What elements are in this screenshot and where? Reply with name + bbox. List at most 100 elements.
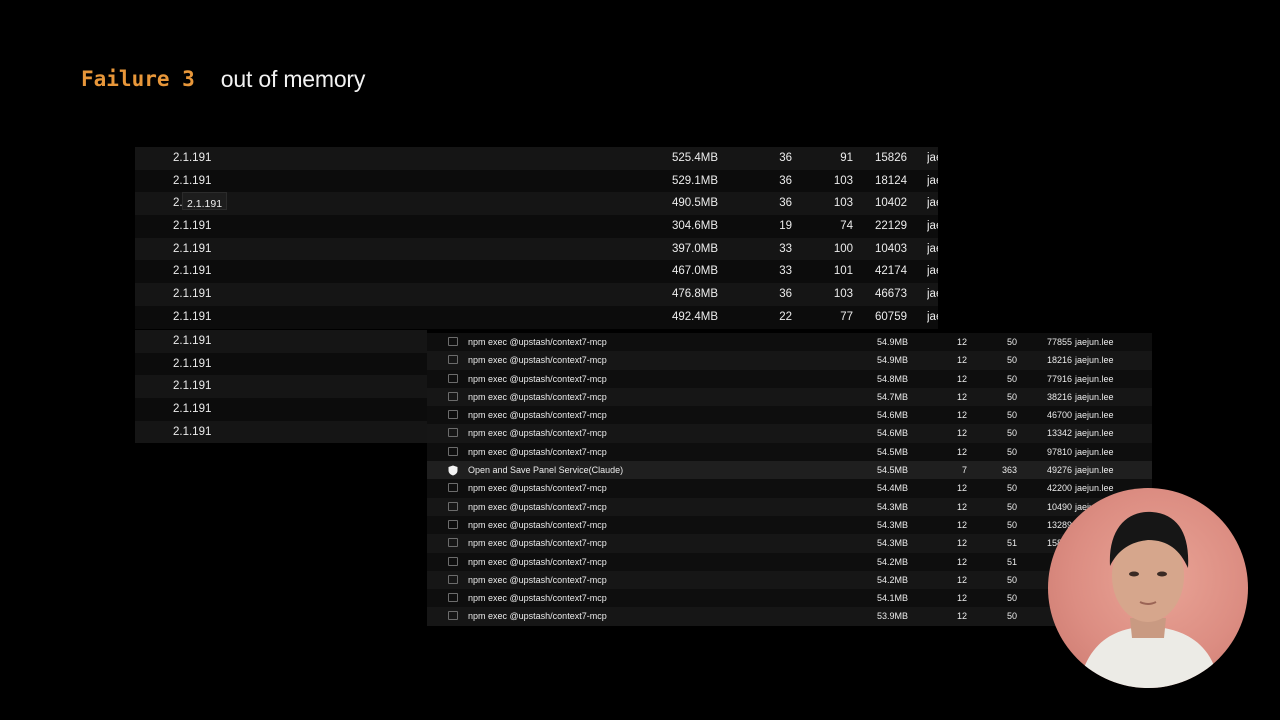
threads-value: 12 xyxy=(956,501,967,512)
table-row[interactable]: 2.1.191 525.4MB 36 91 15826 jaejun.lee xyxy=(135,147,938,170)
process-table-npm: npm exec @upstash/context7-mcp 54.9MB 12 50… xyxy=(427,333,1152,626)
terminal-icon xyxy=(448,611,458,621)
ports-value: 50 xyxy=(1006,355,1017,366)
process-version: 2.1.191 xyxy=(173,288,212,301)
failure-number: Failure 3 xyxy=(81,67,195,91)
table-row[interactable]: npm exec @upstash/context7-mcp 54.6MB 12 50… xyxy=(427,424,1152,443)
table-row[interactable]: npm exec @upstash/context7-mcp 54.1MB 12 50… xyxy=(427,589,1152,608)
pid-value: 46673 xyxy=(875,288,907,301)
terminal-icon xyxy=(448,391,458,401)
memory-value: 54.1MB xyxy=(876,593,908,604)
table-row[interactable]: 2.1.191 529.1MB 36 103 18124 jaejun.lee xyxy=(135,169,938,193)
table-row[interactable]: npm exec @upstash/context7-mcp 54.5MB 12 50… xyxy=(427,442,1152,462)
ports-value: 74 xyxy=(840,220,853,233)
pid-value: 18124 xyxy=(875,174,907,187)
ports-value: 50 xyxy=(1006,391,1017,402)
process-name: npm exec @upstash/context7-mcp xyxy=(468,391,607,402)
threads-value: 19 xyxy=(779,220,792,233)
table-row[interactable]: 2.1.191 xyxy=(135,352,427,376)
memory-value: 304.6MB xyxy=(671,220,718,233)
memory-value: 529.1MB xyxy=(671,174,718,187)
terminal-icon xyxy=(448,519,458,529)
threads-value: 12 xyxy=(956,391,967,402)
user-value: jaejun.lee xyxy=(1075,465,1114,476)
threads-value: 22 xyxy=(779,310,792,323)
table-row[interactable]: 2.1.191 xyxy=(135,398,427,421)
table-row[interactable]: npm exec @upstash/context7-mcp 54.8MB 12 50… xyxy=(427,369,1152,388)
terminal-icon xyxy=(448,593,458,603)
table-row[interactable]: 2.1.191 492.4MB 22 77 60759 jaejun.lee xyxy=(135,305,938,329)
terminal-icon xyxy=(448,373,458,383)
memory-value: 54.5MB xyxy=(876,465,908,476)
table-row[interactable]: npm exec @upstash/context7-mcp 54.3MB 12 50… xyxy=(427,497,1152,516)
process-version: 2.1.191 xyxy=(173,425,212,438)
table-row[interactable]: 2.2.1.191490.5MB3610310402jaejun.lee xyxy=(135,192,938,216)
ports-value: 50 xyxy=(1006,501,1017,512)
process-name: npm exec @upstash/context7-mcp xyxy=(468,446,607,457)
pid-value: 42174 xyxy=(875,265,907,278)
threads-value: 12 xyxy=(956,410,967,421)
user-value: jaejun.lee xyxy=(1075,483,1114,494)
process-name: Open and Save Panel Service(Claude) xyxy=(468,465,624,476)
user-value: jaejun.lee xyxy=(927,310,938,323)
user-value: jaejun.lee xyxy=(927,242,938,255)
table-row[interactable]: 2.1.191 397.0MB 33 100 10403 jaejun.lee xyxy=(135,237,938,261)
process-name: npm exec @upstash/context7-mcp xyxy=(468,556,607,567)
pid-value: 10490 xyxy=(1046,501,1072,512)
terminal-icon xyxy=(448,337,458,346)
table-row[interactable]: 2.1.191 xyxy=(135,420,427,444)
threads-value: 12 xyxy=(956,373,967,384)
threads-value: 33 xyxy=(779,265,792,278)
table-row[interactable]: 2.1.191 476.8MB 36 103 46673 jaejun.lee xyxy=(135,283,938,306)
pid-value: 18216 xyxy=(1046,355,1072,366)
table-row[interactable]: npm exec @upstash/context7-mcp 54.9MB 12 50… xyxy=(427,351,1152,370)
user-value: jaejun.lee xyxy=(1075,391,1114,402)
ports-value: 50 xyxy=(1006,519,1017,530)
process-version: 2.1.191 xyxy=(173,403,212,416)
pid-value: 15826 xyxy=(875,152,907,164)
table-row[interactable]: Open and Save Panel Service(Claude) 54.5M… xyxy=(427,461,1152,480)
table-row[interactable]: npm exec @upstash/context7-mcp 54.6MB 12 50… xyxy=(427,406,1152,425)
process-name: npm exec @upstash/context7-mcp xyxy=(468,410,607,421)
memory-value: 54.2MB xyxy=(876,574,908,585)
ports-value: 50 xyxy=(1006,574,1017,585)
table-row[interactable]: npm exec @upstash/context7-mcp 54.3MB 12 51… xyxy=(427,534,1152,553)
table-row[interactable]: npm exec @upstash/context7-mcp 54.9MB 12 50… xyxy=(427,333,1152,352)
user-value: jaejun.lee xyxy=(927,174,938,187)
table-row[interactable]: npm exec @upstash/context7-mcp 54.7MB 12 50… xyxy=(427,387,1152,407)
table-row[interactable]: 2.1.191 xyxy=(135,330,427,353)
table-row[interactable]: 2.1.191 xyxy=(135,375,427,399)
user-value: jaejun.lee xyxy=(927,288,938,301)
ports-value: 50 xyxy=(1006,483,1017,494)
pid-value: 13342 xyxy=(1046,428,1072,439)
table-row[interactable]: npm exec @upstash/context7-mcp 54.3MB 12 50… xyxy=(427,515,1152,535)
threads-value: 33 xyxy=(779,242,792,255)
ports-value: 50 xyxy=(1006,410,1017,421)
threads-value: 12 xyxy=(956,483,967,494)
table-row[interactable]: 2.1.191 467.0MB 33 101 42174 jaejun.lee xyxy=(135,260,938,284)
terminal-icon xyxy=(448,410,458,420)
process-version: 2.1.191 xyxy=(173,335,212,347)
table-row[interactable]: npm exec @upstash/context7-mcp 54.2MB 12 50… xyxy=(427,570,1152,590)
ports-value: 50 xyxy=(1006,337,1017,347)
terminal-icon xyxy=(448,501,458,511)
table-row[interactable]: npm exec @upstash/context7-mcp 53.9MB 12 50… xyxy=(427,607,1152,626)
memory-value: 54.3MB xyxy=(876,538,908,549)
threads-value: 12 xyxy=(956,574,967,585)
pid-value: 38216 xyxy=(1046,391,1072,402)
table-row[interactable]: npm exec @upstash/context7-mcp 54.2MB 12 51… xyxy=(427,552,1152,571)
process-version: 2.1.191 xyxy=(173,357,212,370)
process-name: npm exec @upstash/context7-mcp xyxy=(468,355,607,366)
process-version: 2.1.191 xyxy=(173,242,212,255)
table-row[interactable]: npm exec @upstash/context7-mcp 54.4MB 12 50… xyxy=(427,479,1152,498)
pid-value: 77916 xyxy=(1046,373,1072,384)
threads-value: 36 xyxy=(779,152,792,164)
ports-value: 51 xyxy=(1006,538,1017,549)
terminal-icon xyxy=(448,556,458,566)
user-value: jaejun.lee xyxy=(1075,337,1114,347)
threads-value: 12 xyxy=(956,611,967,622)
table-row[interactable]: 2.1.191 304.6MB 19 74 22129 jaejun.lee xyxy=(135,215,938,238)
ports-value: 363 xyxy=(1001,465,1017,476)
memory-value: 54.4MB xyxy=(876,483,908,494)
threads-value: 12 xyxy=(956,428,967,439)
